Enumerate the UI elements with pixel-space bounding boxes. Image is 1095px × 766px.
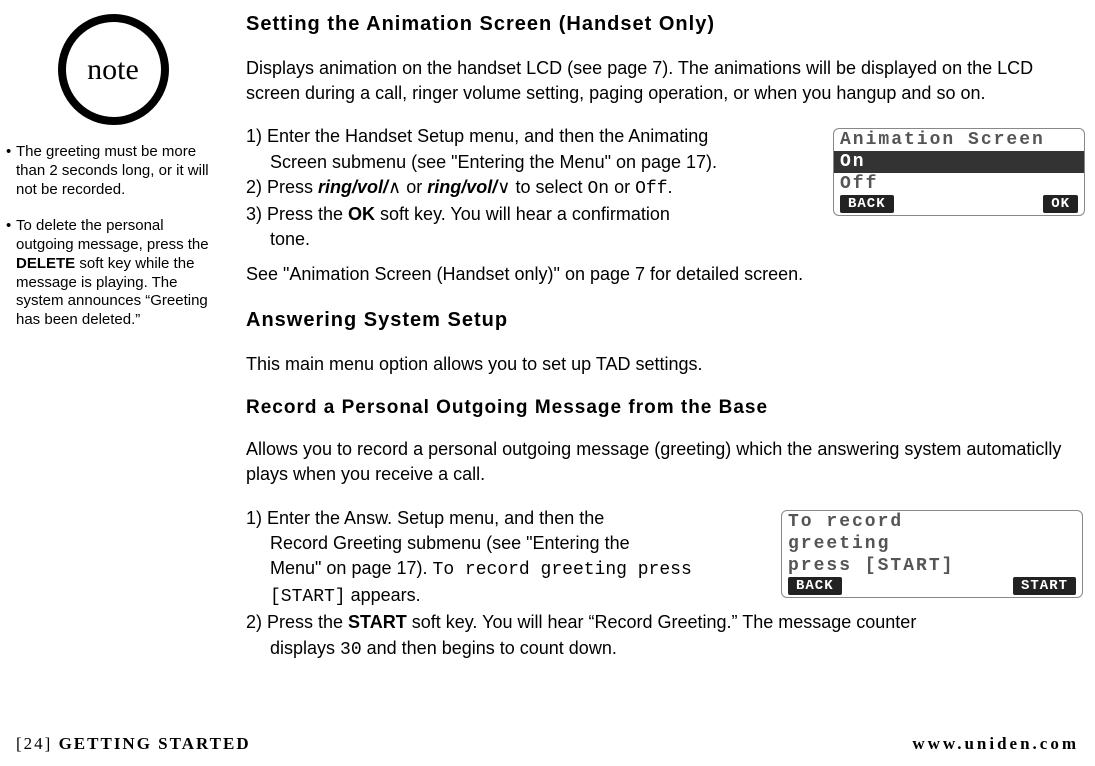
side-note-text: The greeting must be more than 2 seconds… (16, 143, 216, 199)
lcd-softkey-back: BACK (840, 195, 894, 213)
paragraph: See "Animation Screen (Handset only)" on… (246, 262, 1085, 287)
paragraph: This main menu option allows you to set … (246, 352, 1085, 377)
paragraph: Allows you to record a personal outgoing… (246, 437, 1085, 487)
step-continuation: displays 30 and then begins to count dow… (246, 636, 1085, 663)
lcd-line: press [START] (782, 555, 1082, 577)
note-badge-text: note (87, 51, 139, 89)
lcd-record-greeting: To record greeting press [START] BACK ST… (781, 510, 1083, 598)
subsection-title-record: Record a Personal Outgoing Message from … (246, 395, 1085, 422)
step: 2) Press the START soft key. You will he… (246, 610, 1085, 635)
lcd-softkey-back: BACK (788, 577, 842, 595)
lcd-title: Animation Screen (834, 129, 1084, 151)
side-note: •To delete the personal outgoing message… (4, 217, 222, 330)
lcd-softkey-ok: OK (1043, 195, 1078, 213)
lcd-option-selected: On (834, 151, 1084, 173)
step-continuation: tone. (246, 227, 1085, 252)
note-badge-icon: note (58, 14, 169, 125)
main-content: Setting the Animation Screen (Handset On… (222, 10, 1085, 720)
section-title-answering: Answering System Setup (246, 306, 1085, 334)
side-note: •The greeting must be more than 2 second… (4, 143, 222, 199)
footer-left: [24] GETTING STARTED (16, 734, 251, 754)
page-number: [24] (16, 734, 52, 753)
footer-url: www.uniden.com (912, 734, 1079, 754)
page-footer: [24] GETTING STARTED www.uniden.com (0, 734, 1095, 754)
paragraph: Displays animation on the handset LCD (s… (246, 56, 1085, 106)
lcd-line: greeting (782, 533, 1082, 555)
side-note-text: To delete the personal outgoing message,… (16, 217, 216, 330)
sidebar-notes: note •The greeting must be more than 2 s… (4, 10, 222, 720)
section-title-animation: Setting the Animation Screen (Handset On… (246, 10, 1085, 38)
lcd-option: Off (834, 173, 1084, 195)
lcd-softkey-start: START (1013, 577, 1076, 595)
lcd-line: To record (782, 511, 1082, 533)
lcd-animation-screen: Animation Screen On Off BACK OK (833, 128, 1085, 216)
footer-section: GETTING STARTED (52, 734, 250, 753)
